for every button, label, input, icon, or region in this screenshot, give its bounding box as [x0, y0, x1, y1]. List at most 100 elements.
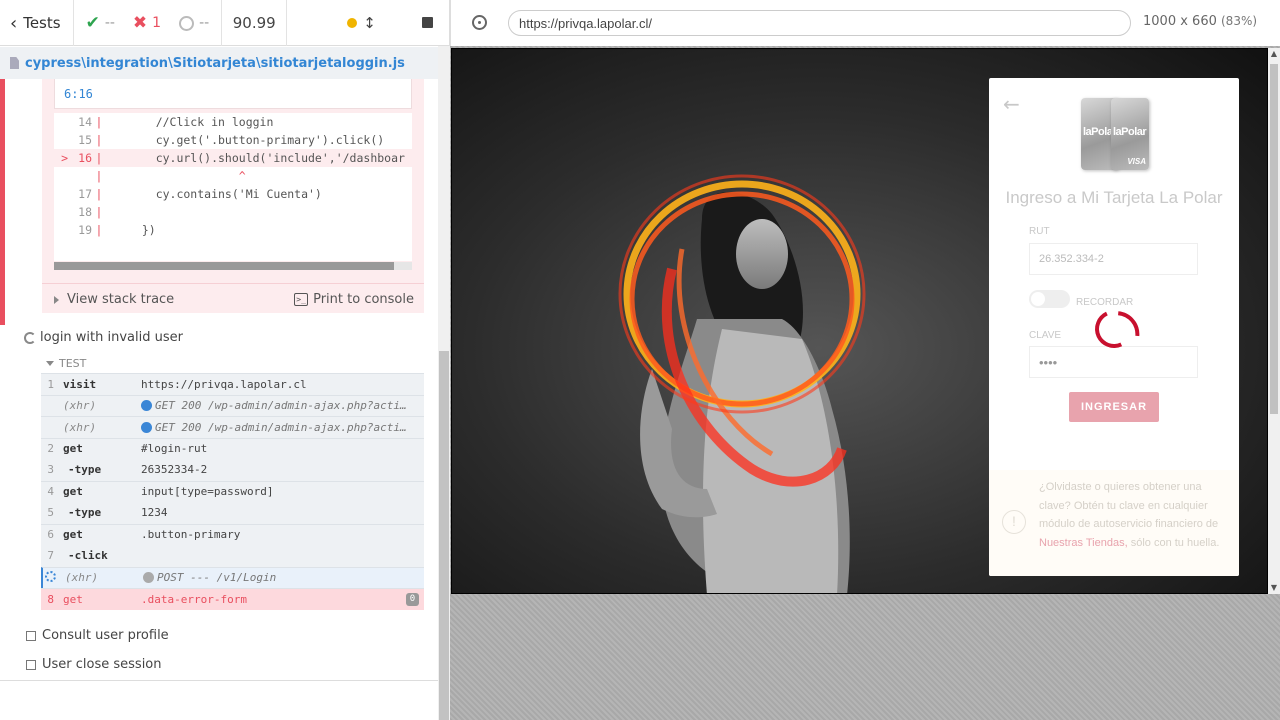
command-message: 26352334-2 [141, 463, 208, 477]
command-row[interactable]: 7 -click [41, 545, 424, 567]
stop-icon[interactable] [422, 17, 433, 28]
command-name: (xhr) [63, 399, 97, 413]
reporter-scroll-thumb[interactable] [439, 351, 449, 720]
test-section-header[interactable]: TEST [46, 357, 86, 370]
command-row[interactable]: (xhr) GET 200 /wp-admin/admin-ajax.php?ac… [41, 394, 424, 416]
code-line-text: ^ [128, 169, 246, 183]
code-line: >16 | cy.url().should('include','/dashboa… [54, 149, 412, 167]
command-name: get [63, 528, 83, 542]
terminal-icon: >_ [294, 293, 309, 306]
test-title[interactable]: login with invalid user [24, 330, 183, 345]
viewport-size: 1000 x 660 [1143, 14, 1217, 29]
reporter-body: 6:16 14 | //Click in loggin 15 | cy.get('.b… [0, 79, 438, 681]
test-section-label: TEST [59, 357, 87, 370]
pending-stat: -- [179, 15, 209, 31]
arrow-left-icon[interactable]: ← [1003, 92, 1020, 116]
command-message-text: GET 200 /wp-admin/admin-ajax.php?acti… [155, 399, 407, 413]
command-row[interactable]: 3 -type 26352334-2 [41, 459, 424, 481]
command-name: -type [68, 506, 102, 520]
chevron-left-icon: ‹ [10, 12, 18, 34]
scroll-up-icon[interactable]: ▲ [1270, 50, 1278, 58]
command-message: input[type=password] [141, 485, 274, 499]
run-controls: ↕ [287, 0, 450, 45]
code-line-text: cy.contains('Mi Cuenta') [128, 187, 322, 201]
auto-scroll-toggle[interactable]: ↕ [347, 14, 376, 32]
passed-count: -- [104, 15, 115, 31]
ingresar-button[interactable]: INGRESAR [1069, 392, 1159, 422]
test-consult-user-profile[interactable]: Consult user profile [26, 628, 169, 643]
rut-input[interactable]: 26.352.334-2 [1029, 243, 1198, 275]
command-row[interactable]: (xhr) GET 200 /wp-admin/admin-ajax.php?ac… [41, 416, 424, 438]
code-line: 15 | cy.get('.button-primary').click() [54, 131, 412, 149]
command-number: 7 [47, 549, 54, 563]
command-message: POST --- /v1/Login [143, 571, 424, 584]
command-number: 8 [47, 592, 54, 606]
code-line-gutter: | [95, 223, 103, 237]
app-scroll-thumb[interactable] [1270, 64, 1278, 414]
command-message: GET 200 /wp-admin/admin-ajax.php?acti… [141, 399, 424, 412]
code-scroll-thumb[interactable] [54, 262, 394, 270]
command-message: GET 200 /wp-admin/admin-ajax.php?acti… [141, 421, 424, 434]
command-name: (xhr) [63, 420, 97, 434]
loading-spinner-icon [1089, 304, 1139, 354]
code-frame-location[interactable]: 6:16 [54, 79, 412, 109]
code-line-text: cy.get('.button-primary').click() [128, 133, 385, 147]
command-row[interactable]: 5 -type 1234 [41, 502, 424, 524]
stores-link[interactable]: Nuestras Tiendas, [1039, 537, 1128, 549]
command-row[interactable]: 1 visit https://privqa.lapolar.cl [41, 373, 424, 395]
visa-logo: VISA [1127, 157, 1146, 166]
code-frame-footer: View stack trace >_ Print to console [42, 283, 424, 315]
command-name: (xhr) [65, 571, 99, 585]
command-log: 1 visit https://privqa.lapolar.cl (xhr) GET … [41, 373, 424, 610]
element-count-badge: 0 [406, 593, 419, 606]
scroll-down-icon[interactable]: ▼ [1270, 584, 1278, 592]
refresh-icon [24, 331, 36, 344]
reporter-scrollbar[interactable] [438, 46, 450, 720]
login-title: Ingreso a Mi Tarjeta La Polar [1005, 188, 1223, 207]
test-user-close-session[interactable]: User close session [26, 657, 162, 672]
command-row[interactable]: (xhr) POST --- /v1/Login [41, 566, 424, 588]
selector-playground-icon[interactable] [472, 15, 487, 30]
code-horizontal-scrollbar[interactable] [54, 262, 412, 270]
command-name: -type [68, 463, 102, 477]
print-to-console-button[interactable]: >_ Print to console [294, 292, 414, 307]
xhr-status-dot-icon [143, 572, 154, 584]
command-number: 5 [47, 506, 54, 520]
passed-stat: ✔ -- [86, 13, 115, 33]
code-line-text: }) [128, 223, 156, 237]
code-line: 14 | //Click in loggin [54, 113, 412, 131]
pending-circle-icon [179, 15, 195, 31]
pending-count: -- [199, 15, 210, 31]
command-row[interactable]: 4 get input[type=password] [41, 480, 424, 502]
tests-label: Tests [23, 14, 61, 32]
spec-path-link[interactable]: cypress\integration\Sitiotarjeta\sitiota… [25, 56, 405, 71]
command-message: https://privqa.lapolar.cl [141, 377, 307, 391]
code-line: 17 | cy.contains('Mi Cuenta') [54, 185, 412, 203]
view-stack-trace-button[interactable]: View stack trace [54, 292, 174, 307]
command-row[interactable]: 2 get #login-rut [41, 437, 424, 459]
remember-toggle[interactable] [1029, 290, 1070, 308]
command-row[interactable]: 6 get .button-primary [41, 523, 424, 545]
code-line-number: 19 [78, 223, 92, 237]
command-number: 4 [47, 485, 54, 499]
code-line-marker: > [61, 151, 68, 165]
code-line: | ^ [54, 167, 412, 185]
aut-url-field[interactable]: https://privqa.lapolar.cl/ [508, 10, 1131, 36]
login-card: ← laPolar laPolar VISA Ingreso a Mi Tarj… [989, 78, 1239, 576]
command-message: .data-error-form [141, 592, 247, 606]
caret-down-icon [46, 361, 54, 366]
command-name: get [63, 442, 83, 456]
failed-stat: ✖ 1 [133, 13, 161, 33]
help-box: ! ¿Olvidaste o quieres obtener una clave… [989, 470, 1239, 576]
code-line: 18 | [54, 203, 412, 221]
command-name: get [63, 592, 83, 606]
app-scrollbar[interactable]: ▲ ▼ [1268, 48, 1280, 594]
code-line-number: 16 [78, 151, 92, 165]
caret-right-icon [54, 295, 59, 304]
command-name: get [63, 485, 83, 499]
command-row[interactable]: 8 get .data-error-form 0 [41, 588, 424, 610]
queued-square-icon [26, 659, 36, 670]
viewport-info[interactable]: 1000 x 660 (83%) [1143, 14, 1257, 29]
tests-button[interactable]: ‹ Tests [0, 0, 74, 46]
test-title-label: Consult user profile [42, 628, 169, 643]
